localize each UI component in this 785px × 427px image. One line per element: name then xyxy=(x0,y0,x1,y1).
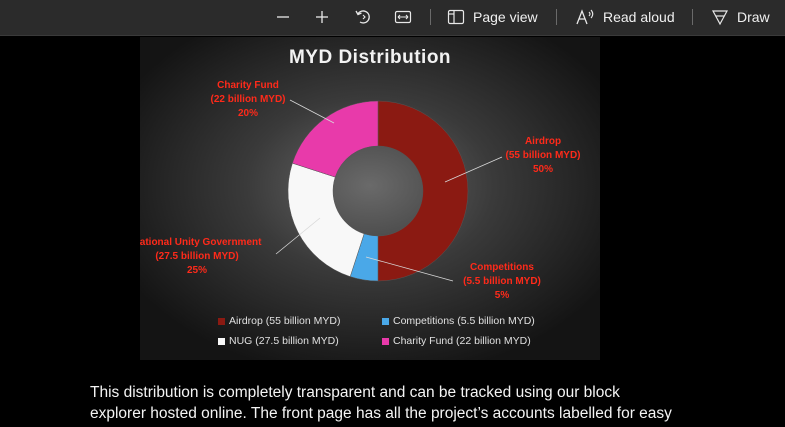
callout-charity-name: Charity Fund xyxy=(217,80,279,91)
callout-nug-percent: 25% xyxy=(186,265,207,276)
callout-competitions-name: Competitions xyxy=(470,262,534,273)
legend-swatch xyxy=(382,337,389,345)
chart-legend: Airdrop (55 billion MYD) Competitions (5… xyxy=(140,313,600,357)
toolbar-divider xyxy=(556,9,557,25)
callout-charity-percent: 20% xyxy=(237,108,258,119)
page-view-label: Page view xyxy=(473,9,538,25)
legend-label: Charity Fund (22 billion MYD) xyxy=(393,335,531,347)
legend-swatch xyxy=(218,337,225,345)
toolbar-divider xyxy=(430,9,431,25)
rotate-icon xyxy=(355,10,370,24)
callout-airdrop-percent: 50% xyxy=(532,164,553,175)
legend-item-competitions: Competitions (5.5 billion MYD) xyxy=(382,315,535,327)
callout-airdrop: Airdrop (55 billion MYD) 50% xyxy=(498,135,588,177)
fit-width-button[interactable] xyxy=(394,0,412,34)
zoom-in-button[interactable] xyxy=(314,0,330,34)
read-aloud-button[interactable]: Read aloud xyxy=(575,0,675,34)
paragraph-line: explorer hosted online. The front page h… xyxy=(90,405,672,422)
draw-button[interactable]: Draw xyxy=(711,0,770,34)
callout-airdrop-name: Airdrop xyxy=(524,136,562,147)
rotate-button[interactable] xyxy=(354,0,372,34)
toolbar-divider xyxy=(692,9,693,25)
read-aloud-icon xyxy=(575,8,595,26)
minus-icon xyxy=(277,16,289,18)
page-view-icon xyxy=(447,9,465,25)
legend-label: NUG (27.5 billion MYD) xyxy=(229,335,339,347)
legend-label: Airdrop (55 billion MYD) xyxy=(229,315,341,327)
draw-label: Draw xyxy=(737,9,770,25)
plus-icon xyxy=(316,11,328,23)
callout-competitions: Competitions (5.5 billion MYD) 5% xyxy=(452,261,552,303)
callout-nug: National Unity Government (27.5 billion … xyxy=(140,236,272,278)
zoom-out-button[interactable] xyxy=(275,0,291,34)
callout-airdrop-value: (55 billion MYD) xyxy=(505,150,581,161)
legend-item-charity: Charity Fund (22 billion MYD) xyxy=(382,335,531,347)
document-paragraph: This distribution is completely transpar… xyxy=(90,382,730,424)
read-aloud-label: Read aloud xyxy=(603,9,675,25)
fit-width-icon xyxy=(394,10,412,24)
legend-item-nug: NUG (27.5 billion MYD) xyxy=(218,335,339,347)
callout-charity-value: (22 billion MYD) xyxy=(210,94,286,105)
legend-swatch xyxy=(382,317,389,325)
donut-slice-charity-fund xyxy=(292,100,379,178)
distribution-chart: MYD Distribution Airdrop (55 billion MYD… xyxy=(140,37,600,360)
callout-competitions-value: (5.5 billion MYD) xyxy=(463,276,541,287)
callout-nug-name: National Unity Government xyxy=(140,237,262,248)
legend-swatch xyxy=(218,317,225,325)
page-view-button[interactable]: Page view xyxy=(447,0,538,34)
donut-slice-national-unity-government xyxy=(287,162,365,277)
callout-charity: Charity Fund (22 billion MYD) 20% xyxy=(198,79,298,121)
legend-label: Competitions (5.5 billion MYD) xyxy=(393,315,535,327)
draw-icon xyxy=(711,8,729,26)
legend-item-airdrop: Airdrop (55 billion MYD) xyxy=(218,315,340,327)
donut-slice-airdrop xyxy=(377,100,469,282)
callout-nug-value: (27.5 billion MYD) xyxy=(155,251,239,262)
paragraph-line: This distribution is completely transpar… xyxy=(90,384,620,401)
reader-toolbar: Page view Read aloud Draw xyxy=(0,0,785,36)
callout-competitions-percent: 5% xyxy=(494,290,510,301)
